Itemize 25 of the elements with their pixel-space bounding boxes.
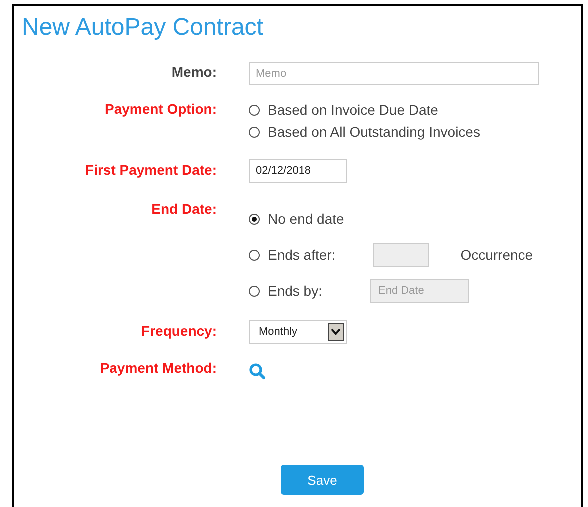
chevron-down-icon bbox=[328, 323, 344, 341]
radio-button[interactable] bbox=[249, 126, 260, 138]
occurrence-field[interactable] bbox=[372, 243, 429, 267]
end-date-field[interactable]: End Date bbox=[370, 279, 470, 303]
option-label: Based on Invoice Due Date bbox=[268, 102, 438, 118]
radio-button[interactable] bbox=[249, 104, 260, 116]
occurrence-label: Occurrence bbox=[460, 247, 534, 263]
page-title: New AutoPay Contract bbox=[21, 13, 264, 43]
field-label: Memo: bbox=[170, 63, 218, 80]
field-label: End Date: bbox=[150, 201, 218, 217]
memo-field[interactable]: Memo bbox=[249, 62, 539, 85]
radio-button[interactable] bbox=[249, 250, 260, 260]
field-label: Frequency: bbox=[140, 322, 218, 339]
search-icon[interactable] bbox=[249, 363, 266, 380]
option-label: Ends by: bbox=[268, 283, 322, 299]
option-label: No end date bbox=[268, 211, 344, 227]
field-label: Payment Method: bbox=[99, 360, 218, 376]
date-field[interactable]: 02/12/2018 bbox=[249, 159, 347, 183]
radio-button[interactable] bbox=[249, 286, 260, 296]
option-label: Based on All Outstanding Invoices bbox=[268, 124, 480, 140]
radio-button[interactable] bbox=[249, 214, 260, 224]
field-label: Payment Option: bbox=[104, 100, 218, 117]
frequency-dropdown[interactable]: Monthly bbox=[249, 320, 347, 344]
field-label: First Payment Date: bbox=[84, 161, 218, 178]
option-label: Ends after: bbox=[268, 247, 336, 263]
